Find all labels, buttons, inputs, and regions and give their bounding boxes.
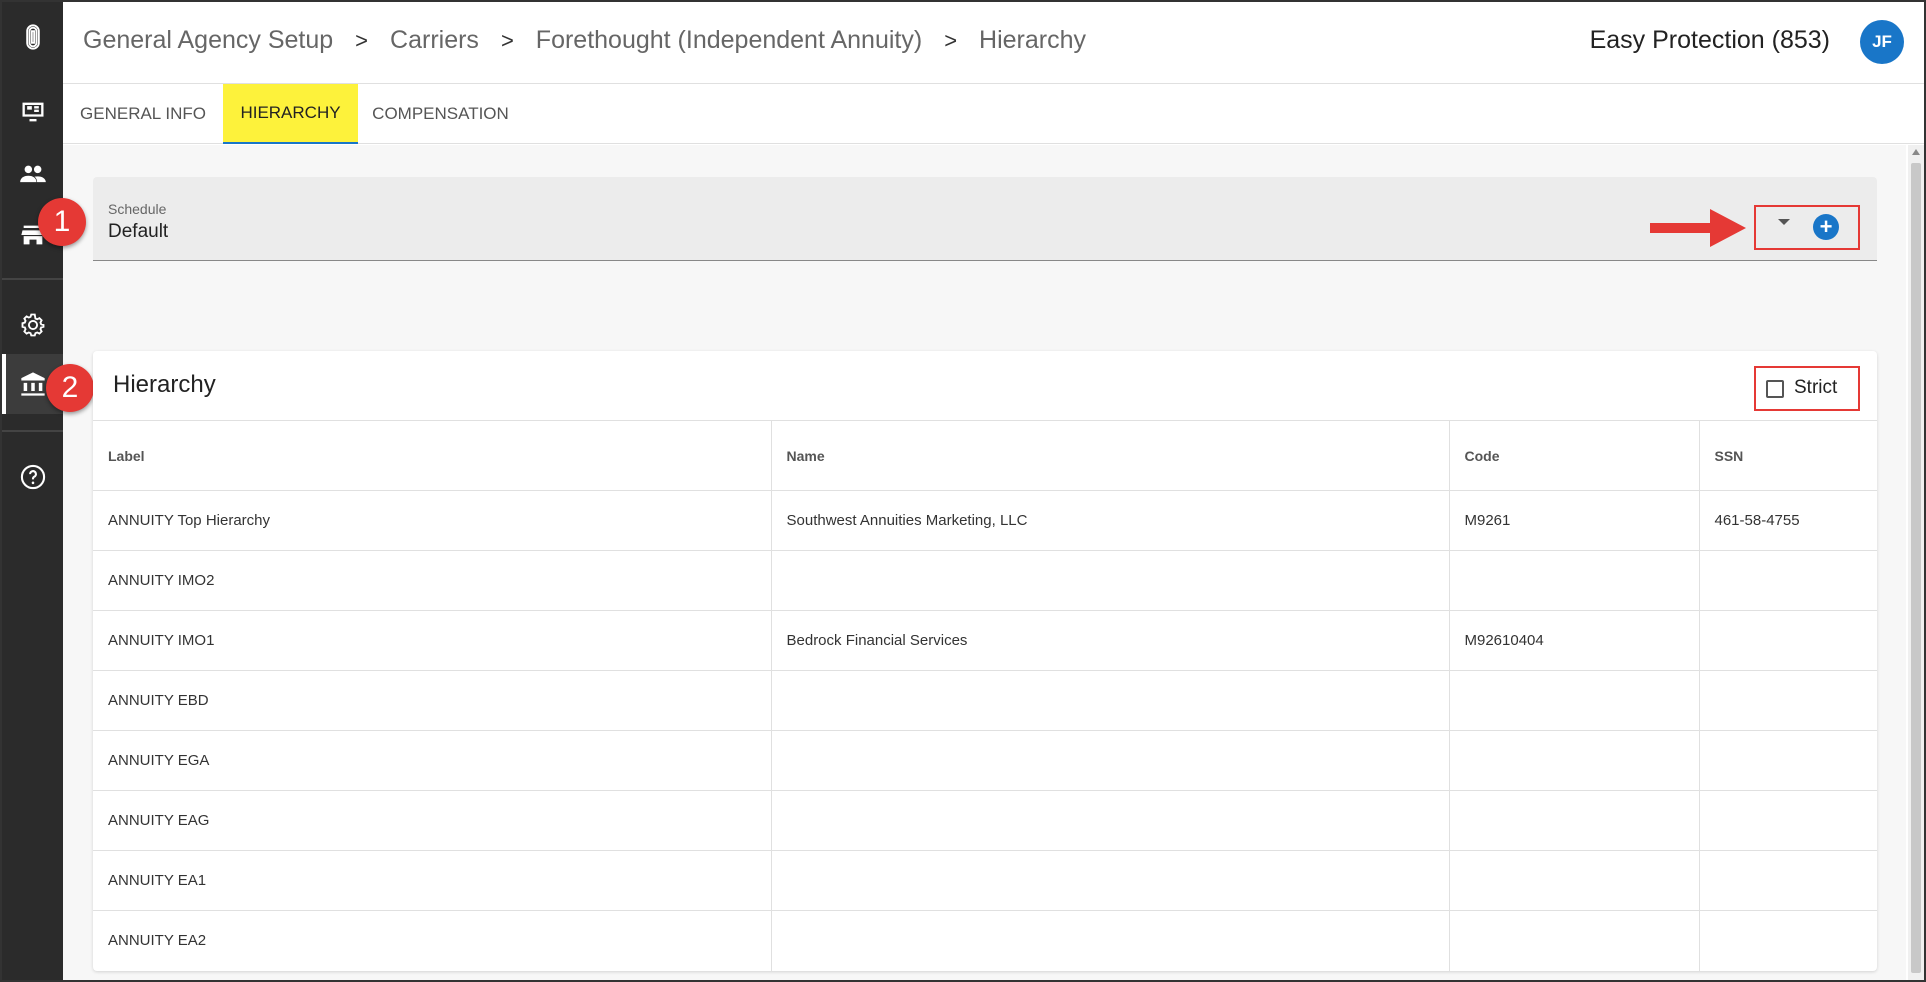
cell-label: ANNUITY IMO2 <box>93 550 771 611</box>
agency-name: Easy Protection (853) <box>1589 26 1830 54</box>
people-icon[interactable] <box>2 149 63 199</box>
logo-icon[interactable] <box>2 12 63 62</box>
breadcrumb-item[interactable]: Carriers <box>390 26 479 55</box>
avatar[interactable]: JF <box>1860 20 1904 64</box>
cell-code <box>1448 670 1699 731</box>
strict-label[interactable]: Strict <box>1794 377 1837 399</box>
cell-label: ANNUITY EGA <box>93 730 771 791</box>
cell-name <box>770 730 1449 791</box>
vertical-scrollbar[interactable] <box>1908 145 1924 980</box>
cell-code <box>1448 550 1699 611</box>
breadcrumb-item[interactable]: Forethought (Independent Annuity) <box>536 26 922 55</box>
table-row[interactable]: ANNUITY EBD <box>93 670 1877 731</box>
cell-name <box>770 790 1449 851</box>
cell-ssn <box>1698 850 1877 911</box>
schedule-value: Default <box>108 221 169 242</box>
callout-badge: 1 <box>38 198 86 246</box>
sidebar-divider <box>2 430 63 432</box>
scroll-thumb[interactable] <box>1911 163 1921 973</box>
cell-code: M9261 <box>1448 490 1699 551</box>
cell-name <box>770 850 1449 911</box>
cell-name <box>770 910 1449 971</box>
scroll-up-icon[interactable] <box>1912 149 1920 155</box>
hierarchy-card: Hierarchy Label Name Code SSN ANNUITY To… <box>93 351 1877 971</box>
breadcrumb-item-current: Hierarchy <box>979 26 1087 54</box>
hierarchy-table: Label Name Code SSN ANNUITY Top Hierarch… <box>93 420 1877 971</box>
cell-label: ANNUITY Top Hierarchy <box>93 490 771 551</box>
breadcrumb: General Agency Setup > Carriers > Foreth… <box>83 26 1086 55</box>
schedule-label: Schedule <box>108 201 167 217</box>
table-row[interactable]: ANNUITY EAG <box>93 790 1877 851</box>
cell-code <box>1448 790 1699 851</box>
table-row[interactable]: ANNUITY EGA <box>93 730 1877 791</box>
schedule-actions-highlight: + <box>1754 205 1860 250</box>
dropdown-arrow-icon[interactable] <box>1778 219 1790 225</box>
callout-badge: 2 <box>46 364 94 412</box>
column-header-ssn[interactable]: SSN <box>1698 420 1877 491</box>
cell-ssn <box>1698 910 1877 971</box>
cell-name: Bedrock Financial Services <box>770 610 1449 671</box>
cell-ssn <box>1698 730 1877 791</box>
cell-label: ANNUITY EBD <box>93 670 771 731</box>
tab-general-info[interactable]: GENERAL INFO <box>63 84 223 144</box>
strict-checkbox[interactable] <box>1766 380 1784 398</box>
table-row[interactable]: ANNUITY EA1 <box>93 850 1877 911</box>
arrow-right-icon <box>1650 209 1746 247</box>
cell-ssn <box>1698 670 1877 731</box>
schedule-select[interactable]: Schedule Default <box>93 177 1877 261</box>
sidebar <box>2 2 63 980</box>
cell-code <box>1448 730 1699 791</box>
table-row[interactable]: ANNUITY Top Hierarchy Southwest Annuitie… <box>93 490 1877 551</box>
chevron-right-icon: > <box>944 27 958 53</box>
cell-ssn <box>1698 610 1877 671</box>
cell-label: ANNUITY IMO1 <box>93 610 771 671</box>
sidebar-divider <box>2 278 63 280</box>
cell-name <box>770 550 1449 611</box>
cell-label: ANNUITY EA2 <box>93 910 771 971</box>
chevron-right-icon: > <box>355 27 369 53</box>
cell-name <box>770 670 1449 731</box>
cell-ssn: 461-58-4755 <box>1698 490 1877 551</box>
settings-icon[interactable] <box>2 300 63 350</box>
cell-code <box>1448 850 1699 911</box>
table-header-row: Label Name Code SSN <box>93 420 1877 491</box>
column-header-name[interactable]: Name <box>770 420 1449 491</box>
tab-compensation[interactable]: COMPENSATION <box>358 84 523 144</box>
cell-ssn <box>1698 550 1877 611</box>
strict-toggle-highlight: Strict <box>1754 366 1860 411</box>
column-header-code[interactable]: Code <box>1448 420 1699 491</box>
cell-code: M92610404 <box>1448 610 1699 671</box>
cell-ssn <box>1698 790 1877 851</box>
help-icon[interactable] <box>2 452 63 502</box>
chevron-right-icon: > <box>500 27 514 53</box>
cell-name: Southwest Annuities Marketing, LLC <box>770 490 1449 551</box>
cell-code <box>1448 910 1699 971</box>
hierarchy-title: Hierarchy <box>113 371 216 398</box>
table-row[interactable]: ANNUITY IMO2 <box>93 550 1877 611</box>
app-header: General Agency Setup > Carriers > Foreth… <box>63 2 1924 84</box>
table-row[interactable]: ANNUITY IMO1 Bedrock Financial Services … <box>93 610 1877 671</box>
monitor-icon[interactable] <box>2 87 63 137</box>
cell-label: ANNUITY EA1 <box>93 850 771 911</box>
table-row[interactable]: ANNUITY EA2 <box>93 910 1877 971</box>
tab-hierarchy[interactable]: HIERARCHY <box>223 84 358 144</box>
breadcrumb-item[interactable]: General Agency Setup <box>83 26 333 55</box>
add-schedule-button[interactable]: + <box>1813 214 1839 240</box>
cell-label: ANNUITY EAG <box>93 790 771 851</box>
column-header-label[interactable]: Label <box>93 420 771 491</box>
tab-bar: GENERAL INFO HIERARCHY COMPENSATION <box>63 84 1924 144</box>
